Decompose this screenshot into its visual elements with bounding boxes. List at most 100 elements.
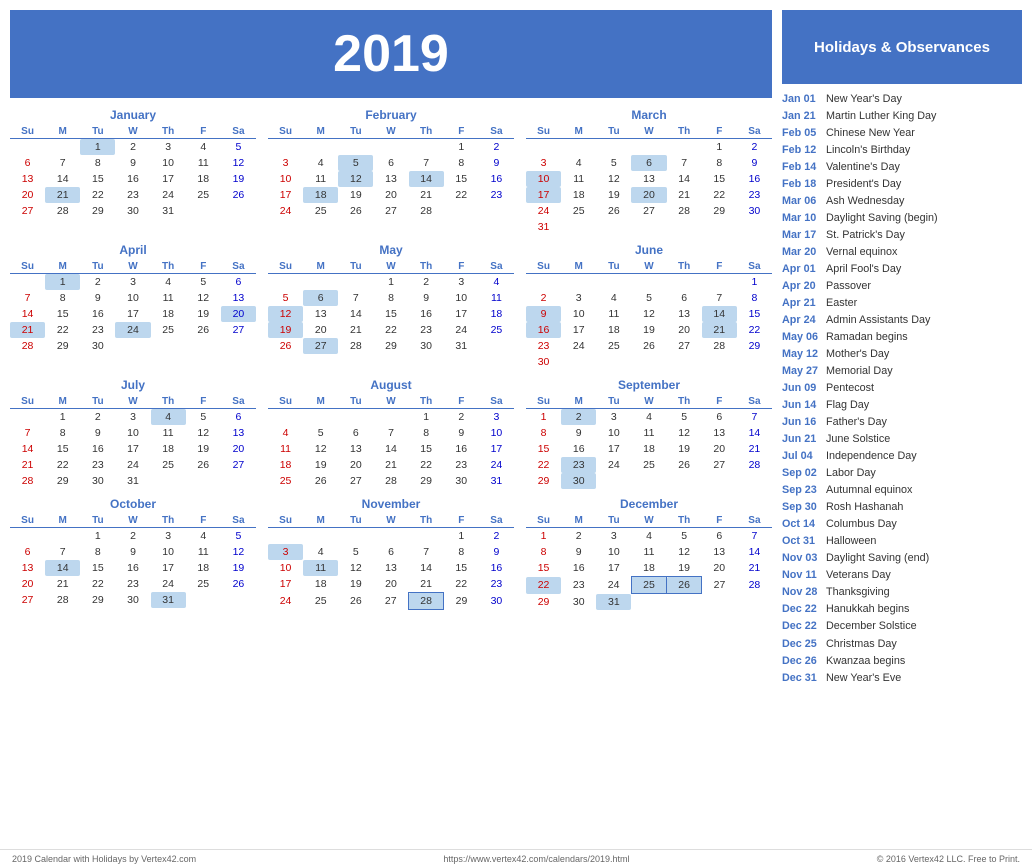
calendar-day: 17 bbox=[115, 306, 150, 322]
calendar-day bbox=[338, 274, 373, 291]
calendar-day: 21 bbox=[702, 322, 737, 338]
weekday-header: Tu bbox=[338, 514, 373, 528]
month-title: November bbox=[268, 497, 514, 511]
calendar-day: 11 bbox=[479, 290, 514, 306]
calendar-day: 30 bbox=[561, 594, 596, 610]
holiday-date: May 12 bbox=[782, 347, 820, 361]
calendar-day: 2 bbox=[561, 528, 596, 545]
holiday-name: New Year's Eve bbox=[826, 671, 901, 685]
holiday-date: Sep 30 bbox=[782, 500, 820, 514]
holiday-item: Dec 22December Solstice bbox=[782, 618, 1022, 635]
holiday-name: St. Patrick's Day bbox=[826, 228, 905, 242]
calendar-day: 29 bbox=[80, 203, 115, 219]
calendar-day: 6 bbox=[702, 409, 737, 426]
calendar-day: 24 bbox=[596, 577, 631, 594]
calendar-day: 15 bbox=[526, 560, 561, 577]
weekday-header: Su bbox=[10, 395, 45, 409]
calendar-day: 22 bbox=[373, 322, 408, 338]
calendar-day bbox=[561, 274, 596, 291]
calendar-day: 17 bbox=[596, 441, 631, 457]
calendar-day: 24 bbox=[596, 457, 631, 473]
month-block-march: MarchSuMTuWThFSa123456789101112131415161… bbox=[526, 108, 772, 235]
calendar-day: 21 bbox=[737, 441, 772, 457]
calendar-day: 30 bbox=[80, 473, 115, 489]
holiday-name: Lincoln's Birthday bbox=[826, 143, 910, 157]
holiday-item: Jun 16Father's Day bbox=[782, 414, 1022, 431]
holiday-date: Jan 01 bbox=[782, 92, 820, 106]
month-table: SuMTuWThFSa12345678910111213141516171819… bbox=[526, 514, 772, 610]
calendar-day: 26 bbox=[186, 457, 221, 473]
calendar-day: 10 bbox=[115, 425, 150, 441]
calendar-day: 16 bbox=[479, 560, 514, 576]
calendar-day: 14 bbox=[373, 441, 408, 457]
weekday-header: M bbox=[303, 125, 338, 139]
calendar-day: 23 bbox=[479, 576, 514, 593]
month-title: February bbox=[268, 108, 514, 122]
weekday-header: Sa bbox=[221, 260, 256, 274]
calendar-day bbox=[221, 473, 256, 489]
calendar-day: 21 bbox=[373, 457, 408, 473]
calendar-day: 15 bbox=[80, 171, 115, 187]
calendar-day: 4 bbox=[151, 409, 186, 426]
calendar-day: 9 bbox=[479, 544, 514, 560]
calendar-day bbox=[596, 219, 631, 235]
calendar-day bbox=[115, 338, 150, 354]
holiday-item: Oct 31Halloween bbox=[782, 533, 1022, 550]
weekday-header: Th bbox=[409, 260, 444, 274]
calendar-day: 11 bbox=[303, 171, 338, 187]
weekday-header: Su bbox=[268, 125, 303, 139]
calendar-day: 7 bbox=[373, 425, 408, 441]
calendar-day: 3 bbox=[115, 274, 150, 291]
calendar-day: 18 bbox=[186, 560, 221, 576]
holiday-date: Dec 25 bbox=[782, 637, 820, 651]
calendar-day: 28 bbox=[10, 473, 45, 489]
calendar-day: 26 bbox=[338, 203, 373, 219]
holiday-item: Apr 20Passover bbox=[782, 277, 1022, 294]
holidays-sidebar: Holidays & Observances Jan 01New Year's … bbox=[782, 10, 1022, 839]
holiday-name: Kwanzaa begins bbox=[826, 654, 905, 668]
calendar-day bbox=[561, 139, 596, 156]
calendar-day: 14 bbox=[409, 171, 444, 187]
calendar-day: 15 bbox=[702, 171, 737, 187]
weekday-header: Th bbox=[151, 125, 186, 139]
calendar-day: 25 bbox=[186, 187, 221, 203]
holiday-name: Independence Day bbox=[826, 449, 917, 463]
calendar-day: 5 bbox=[303, 425, 338, 441]
calendar-day bbox=[303, 409, 338, 426]
calendar-day bbox=[151, 473, 186, 489]
weekday-header: Sa bbox=[737, 125, 772, 139]
holiday-name: Flag Day bbox=[826, 398, 869, 412]
calendar-day: 26 bbox=[631, 338, 666, 354]
calendar-day: 22 bbox=[409, 457, 444, 473]
holiday-name: Rosh Hashanah bbox=[826, 500, 903, 514]
holiday-name: Hanukkah begins bbox=[826, 602, 909, 616]
calendar-day: 1 bbox=[702, 139, 737, 156]
calendar-day: 20 bbox=[10, 187, 45, 203]
calendar-day: 5 bbox=[338, 544, 373, 560]
footer-right: © 2016 Vertex42 LLC. Free to Print. bbox=[877, 854, 1020, 864]
calendar-day: 1 bbox=[444, 139, 479, 156]
calendar-day: 17 bbox=[151, 560, 186, 576]
weekday-header: F bbox=[444, 125, 479, 139]
calendar-day: 8 bbox=[80, 155, 115, 171]
calendar-day: 20 bbox=[702, 560, 737, 577]
weekday-header: W bbox=[373, 514, 408, 528]
calendar-day: 23 bbox=[80, 457, 115, 473]
calendar-day: 24 bbox=[151, 576, 186, 592]
weekday-header: F bbox=[702, 395, 737, 409]
calendar-day: 29 bbox=[45, 473, 80, 489]
holiday-date: Jun 09 bbox=[782, 381, 820, 395]
calendar-day: 14 bbox=[667, 171, 702, 187]
weekday-header: Su bbox=[268, 514, 303, 528]
calendar-day: 17 bbox=[479, 441, 514, 457]
calendar-day bbox=[561, 354, 596, 370]
calendar-day: 9 bbox=[479, 155, 514, 171]
weekday-header: Tu bbox=[80, 125, 115, 139]
calendar-day: 2 bbox=[80, 409, 115, 426]
holiday-item: Dec 25Christmas Day bbox=[782, 635, 1022, 652]
weekday-header: Su bbox=[268, 395, 303, 409]
calendar-day: 4 bbox=[186, 528, 221, 545]
calendar-day: 22 bbox=[45, 457, 80, 473]
calendar-day: 5 bbox=[338, 155, 373, 171]
calendar-day: 12 bbox=[268, 306, 303, 322]
